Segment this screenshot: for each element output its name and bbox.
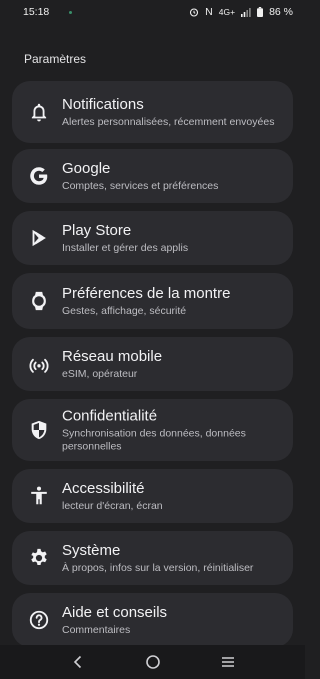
item-subtitle: Commentaires	[62, 624, 131, 636]
battery-level: 86 %	[269, 6, 293, 18]
settings-item-system[interactable]: Système À propos, infos sur la version, …	[12, 531, 293, 585]
battery-icon	[257, 7, 264, 17]
help-icon	[26, 607, 52, 633]
alarm-icon	[189, 7, 199, 17]
item-subtitle: Gestes, affichage, sécurité	[62, 305, 187, 317]
item-subtitle: À propos, infos sur la version, réinitia…	[62, 562, 254, 574]
signal-icon	[241, 7, 251, 17]
status-bar: 15:18 N 4G+ 86 %	[0, 0, 305, 24]
notification-dot-icon	[69, 10, 73, 14]
home-icon	[145, 655, 160, 669]
item-title: Réseau mobile	[62, 348, 163, 365]
item-subtitle: Alertes personnalisées, récemment envoyé…	[62, 116, 275, 128]
status-time: 15:18	[23, 6, 50, 18]
play-store-icon	[26, 225, 52, 251]
recents-icon	[221, 657, 234, 667]
item-subtitle: Comptes, services et préférences	[62, 180, 219, 192]
accessibility-icon	[26, 483, 52, 509]
item-title: Notifications	[62, 96, 144, 113]
settings-item-notifications[interactable]: Notifications Alertes personnalisées, ré…	[12, 81, 293, 143]
nfc-indicator: N	[205, 6, 213, 18]
google-icon	[26, 163, 52, 189]
settings-item-google[interactable]: Google Comptes, services et préférences	[12, 149, 293, 203]
settings-item-privacy[interactable]: Confidentialité Synchronisation des donn…	[12, 399, 293, 461]
item-title: Aide et conseils	[62, 604, 168, 621]
item-title: Google	[62, 160, 111, 177]
item-title: Préférences de la montre	[62, 285, 231, 302]
network-type: 4G+	[218, 7, 236, 17]
item-title: Accessibilité	[62, 480, 145, 497]
home-button[interactable]	[139, 648, 167, 676]
page-title: Paramètres	[24, 52, 87, 66]
item-subtitle: eSIM, opérateur	[62, 368, 138, 380]
item-subtitle: Synchronisation des données, données per…	[62, 427, 246, 453]
item-subtitle: lecteur d'écran, écran	[62, 500, 163, 512]
navigation-bar	[0, 645, 305, 679]
back-button[interactable]	[64, 648, 92, 676]
back-icon	[73, 655, 81, 669]
shield-icon	[26, 417, 52, 443]
settings-item-watch-preferences[interactable]: Préférences de la montre Gestes, afficha…	[12, 273, 293, 329]
gear-icon	[26, 545, 52, 571]
watch-icon	[26, 288, 52, 314]
item-subtitle: Installer et gérer des applis	[62, 242, 189, 254]
item-title: Confidentialité	[62, 407, 158, 425]
item-title: Système	[62, 542, 121, 559]
settings-item-help[interactable]: Aide et conseils Commentaires	[12, 593, 293, 647]
settings-item-play-store[interactable]: Play Store Installer et gérer des applis	[12, 211, 293, 265]
settings-item-accessibility[interactable]: Accessibilité lecteur d'écran, écran	[12, 469, 293, 523]
item-title: Play Store	[62, 222, 132, 239]
bell-icon	[26, 99, 52, 125]
cellular-icon	[26, 351, 52, 377]
recents-button[interactable]	[214, 648, 242, 676]
settings-item-mobile-network[interactable]: Réseau mobile eSIM, opérateur	[12, 337, 293, 391]
